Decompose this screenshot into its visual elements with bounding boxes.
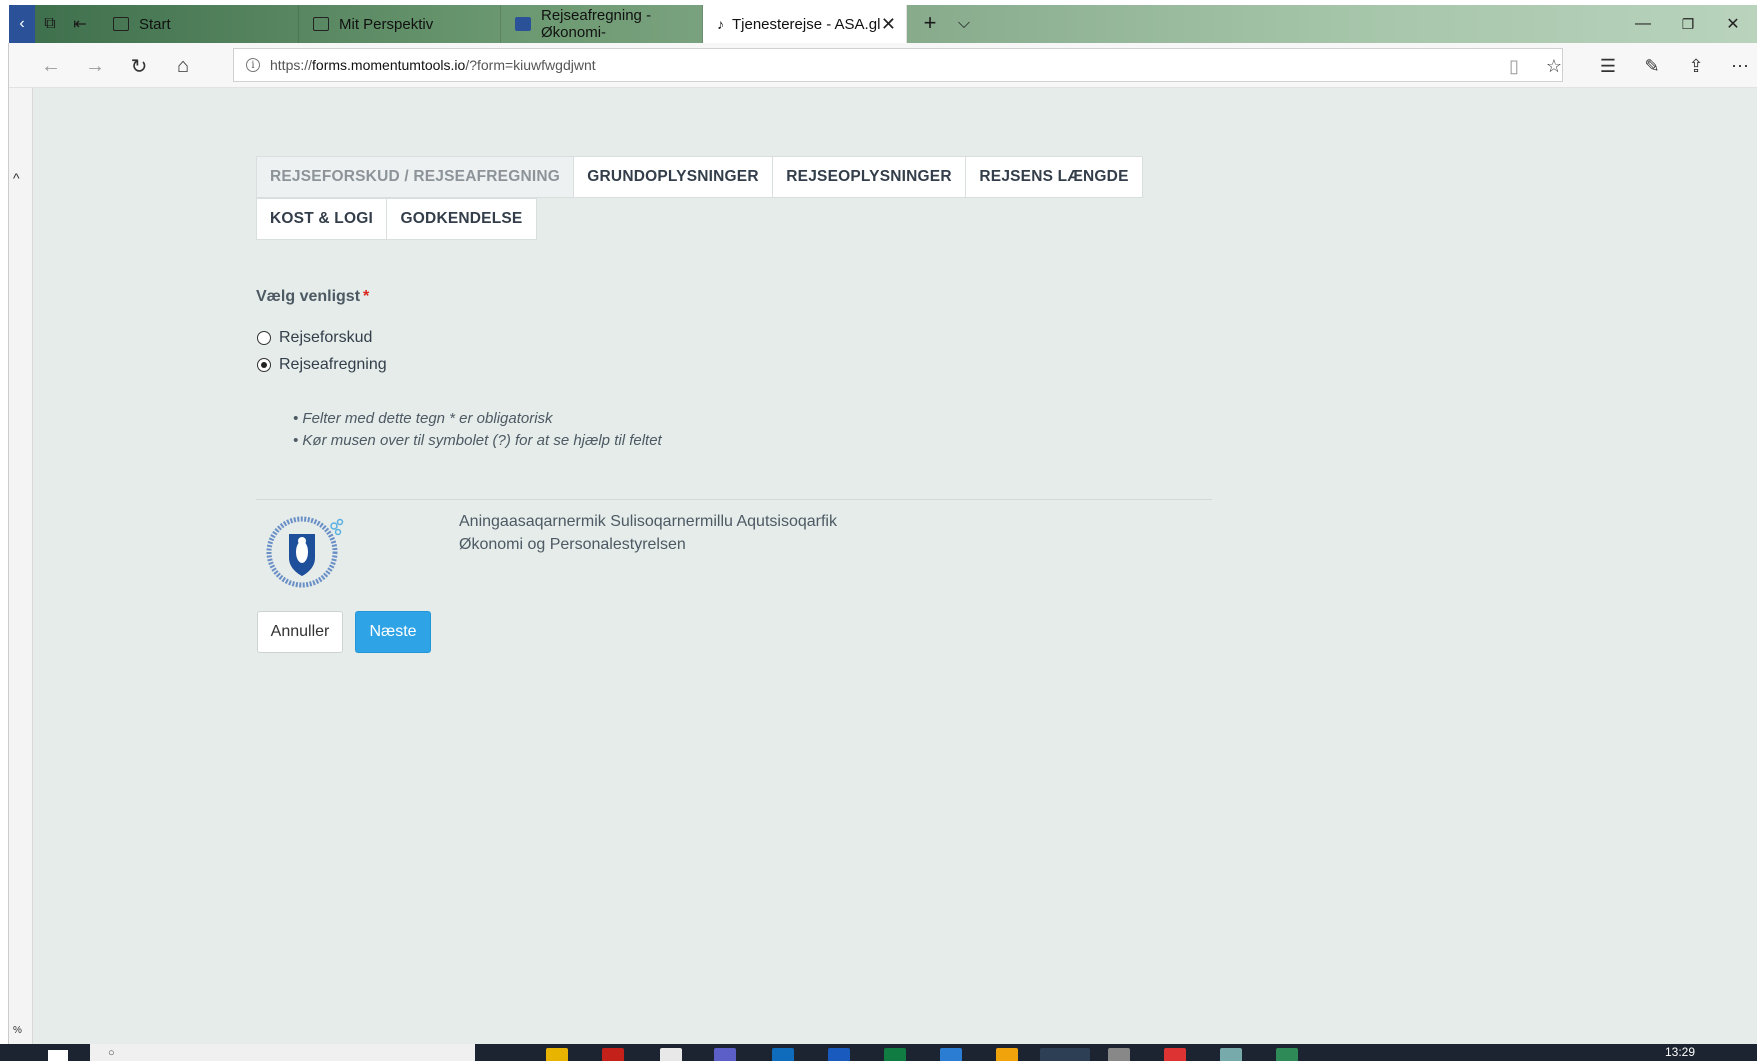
url-prefix: https:// bbox=[270, 57, 313, 73]
radio-button[interactable] bbox=[257, 331, 271, 345]
app-icon[interactable] bbox=[1164, 1048, 1186, 1061]
ie-icon[interactable] bbox=[996, 1048, 1018, 1061]
form-page: REJSEFORSKUD / REJSEAFREGNING GRUNDOPLYS… bbox=[33, 88, 1757, 1044]
close-tab-icon[interactable]: ✕ bbox=[881, 14, 896, 35]
refresh-icon[interactable]: ↻ bbox=[125, 53, 153, 79]
forward-icon[interactable]: → bbox=[81, 53, 109, 79]
more-icon[interactable]: ⋯ bbox=[1727, 53, 1753, 79]
app-icon[interactable] bbox=[940, 1048, 962, 1061]
acrobat-icon[interactable] bbox=[602, 1048, 624, 1061]
required-marker: * bbox=[363, 288, 370, 305]
browser-titlebar: ‹ ⧉ ⇤ Start Mit Perspektiv Rejseafregnin… bbox=[9, 5, 1757, 43]
zoom-indicator: % bbox=[13, 1025, 22, 1036]
windows-start-icon[interactable] bbox=[48, 1050, 68, 1061]
teams-icon[interactable] bbox=[714, 1048, 736, 1061]
government-logo bbox=[266, 516, 344, 588]
pen-icon[interactable]: ✎ bbox=[1639, 53, 1665, 79]
note-item: • Kør musen over til symbolet (?) for at… bbox=[293, 432, 662, 449]
set-aside-tabs-icon[interactable]: ⇤ bbox=[69, 13, 91, 35]
home-icon[interactable]: ⌂ bbox=[169, 53, 197, 79]
search-icon: ○ bbox=[108, 1047, 115, 1059]
radio-option-rejseafregning[interactable]: Rejseafregning bbox=[257, 356, 387, 374]
divider bbox=[256, 499, 1212, 500]
wizard-tab-rejseforskud[interactable]: REJSEFORSKUD / REJSEAFREGNING bbox=[256, 156, 574, 198]
note-item: • Felter med dette tegn * er obligatoris… bbox=[293, 410, 553, 427]
chevron-up-icon[interactable]: ^ bbox=[13, 170, 20, 186]
outlook-icon[interactable] bbox=[772, 1048, 794, 1061]
chrome-icon[interactable] bbox=[1276, 1048, 1298, 1061]
share-icon[interactable]: ⇪ bbox=[1683, 53, 1709, 79]
file-explorer-icon[interactable] bbox=[546, 1048, 568, 1061]
radio-option-rejseforskud[interactable]: Rejseforskud bbox=[257, 329, 372, 347]
camera-icon[interactable] bbox=[1108, 1048, 1130, 1061]
taskbar-clock[interactable]: 13:29 bbox=[1665, 1045, 1695, 1059]
back-chevron-icon[interactable]: ‹ bbox=[9, 5, 35, 43]
site-info-icon[interactable]: i bbox=[246, 58, 260, 72]
tab-list-chevron-icon[interactable]: ⌵ bbox=[953, 13, 975, 35]
windows-taskbar: ○ 13:29 bbox=[0, 1044, 1757, 1061]
page-icon bbox=[113, 17, 129, 31]
wizard-tab-rejseoplysninger[interactable]: REJSEOPLYSNINGER bbox=[772, 156, 966, 198]
browser-tab-tjenesterejse[interactable]: ♪ Tjenesterejse - ASA.gl ✕ bbox=[703, 5, 907, 43]
wizard-tab-grundoplysninger[interactable]: GRUNDOPLYSNINGER bbox=[573, 156, 773, 198]
organization-name: Aningaasaqarnermik Sulisoqarnermillu Aqu… bbox=[459, 513, 837, 553]
cancel-button[interactable]: Annuller bbox=[257, 611, 343, 653]
favorite-star-icon[interactable]: ☆ bbox=[1541, 53, 1567, 79]
next-button[interactable]: Næste bbox=[355, 611, 431, 653]
app-icon[interactable] bbox=[660, 1048, 682, 1061]
address-bar: ← → ↻ ⌂ i https://forms.momentumtools.io… bbox=[9, 43, 1757, 88]
excel-icon[interactable] bbox=[884, 1048, 906, 1061]
browser-tab-rejseafregning[interactable]: Rejseafregning - Økonomi- bbox=[501, 5, 703, 43]
radio-button-selected[interactable] bbox=[257, 358, 271, 372]
form-question-label: Vælg venligst * bbox=[256, 288, 370, 305]
minimize-icon[interactable]: — bbox=[1619, 5, 1667, 43]
site-favicon-icon bbox=[515, 17, 531, 31]
back-icon[interactable]: ← bbox=[37, 53, 65, 79]
restore-icon[interactable]: ❐ bbox=[1664, 5, 1712, 43]
browser-tab-mit-perspektiv[interactable]: Mit Perspektiv bbox=[299, 5, 501, 43]
close-window-icon[interactable]: ✕ bbox=[1709, 5, 1757, 43]
tab-preview-icon[interactable]: ⧉ bbox=[39, 13, 61, 35]
url-input[interactable]: i https://forms.momentumtools.io/?form=k… bbox=[233, 48, 1563, 82]
reading-view-icon[interactable]: ▯ bbox=[1501, 53, 1527, 79]
wizard-tab-rejsens-laengde[interactable]: REJSENS LÆNGDE bbox=[965, 156, 1143, 198]
url-domain: forms.momentumtools.io bbox=[312, 57, 466, 73]
wizard-tab-godkendelse[interactable]: GODKENDELSE bbox=[386, 198, 537, 240]
url-path: /?form=kiuwfwgdjwnt bbox=[465, 57, 596, 73]
help-notes: • Felter med dette tegn * er obligatoris… bbox=[293, 408, 662, 452]
taskbar-search[interactable]: ○ bbox=[90, 1044, 475, 1061]
wizard-tab-kost-logi[interactable]: KOST & LOGI bbox=[256, 198, 387, 240]
calculator-icon[interactable] bbox=[1220, 1048, 1242, 1061]
side-panel: ^ % bbox=[9, 88, 33, 1044]
left-window-edge bbox=[0, 43, 9, 1044]
form-favicon-icon: ♪ bbox=[717, 16, 724, 32]
browser-tab-start[interactable]: Start bbox=[99, 5, 299, 43]
word-icon[interactable] bbox=[828, 1048, 850, 1061]
page-icon bbox=[313, 17, 329, 31]
new-tab-icon[interactable]: + bbox=[919, 10, 941, 35]
edge-active-icon[interactable] bbox=[1040, 1048, 1090, 1061]
favorites-hub-icon[interactable]: ☰ bbox=[1595, 53, 1621, 79]
